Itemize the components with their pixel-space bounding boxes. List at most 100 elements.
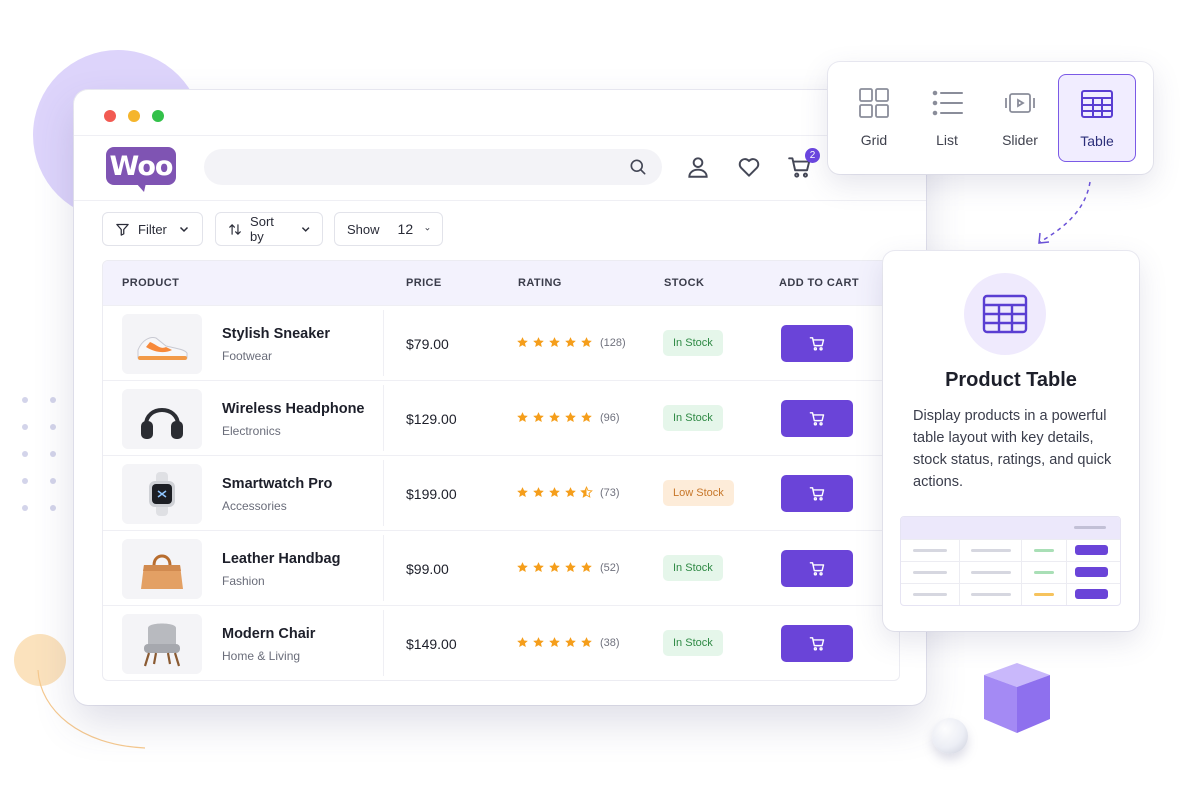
view-option-slider[interactable]: Slider <box>981 74 1059 162</box>
column-header-price[interactable]: PRICE <box>406 277 442 289</box>
add-to-cart-button[interactable] <box>781 400 853 437</box>
add-to-cart-button[interactable] <box>781 475 853 512</box>
column-header-rating[interactable]: RATING <box>518 277 562 289</box>
table-row: Wireless Headphone Electronics $129.00 (96)… <box>103 380 899 455</box>
slider-icon <box>1005 93 1035 113</box>
column-header-stock[interactable]: STOCK <box>664 277 704 289</box>
woo-logo-text: Woo <box>106 147 176 185</box>
star-icon <box>565 637 576 648</box>
chair-image[interactable] <box>122 614 202 674</box>
column-header-product[interactable]: PRODUCT <box>122 277 179 289</box>
product-table: PRODUCT PRICE RATING STOCK ADD TO CART S… <box>102 260 900 681</box>
info-card-title: Product Table <box>945 369 1077 391</box>
stock-badge: In Stock <box>663 555 723 581</box>
add-to-cart-button[interactable] <box>781 625 853 662</box>
maximize-window-button[interactable] <box>152 110 164 122</box>
headphone-image[interactable] <box>122 389 202 449</box>
heart-icon[interactable] <box>736 154 762 180</box>
filter-button[interactable]: Filter <box>102 212 203 246</box>
divider <box>74 135 926 136</box>
product-rating: (96) <box>516 411 620 424</box>
review-count: (96) <box>600 411 620 424</box>
divider <box>383 310 384 376</box>
star-icon <box>565 337 576 348</box>
filter-label: Filter <box>138 221 167 237</box>
star-icon <box>533 637 544 648</box>
star-icon <box>533 562 544 573</box>
sort-icon <box>229 223 241 235</box>
product-price: $79.00 <box>406 336 449 352</box>
star-icon <box>549 487 560 498</box>
product-rating: (52) <box>516 561 620 574</box>
search-input[interactable] <box>204 149 662 185</box>
table-row: Modern Chair Home & Living $149.00 (38) In S… <box>103 605 899 680</box>
star-icon <box>549 637 560 648</box>
cart-icon <box>809 412 824 426</box>
add-to-cart-button[interactable] <box>781 550 853 587</box>
close-window-button[interactable] <box>104 110 116 122</box>
product-category: Accessories <box>222 499 287 513</box>
window-controls <box>104 110 164 122</box>
smartwatch-image[interactable] <box>122 464 202 524</box>
star-icon <box>565 487 576 498</box>
product-rating: (128) <box>516 336 626 349</box>
product-table-info-card: Product Table Display products in a powe… <box>883 251 1139 631</box>
decorative-sphere <box>932 718 968 754</box>
star-icon <box>533 412 544 423</box>
view-option-label: Table <box>1080 133 1114 149</box>
view-option-label: List <box>936 132 958 148</box>
star-icon <box>517 637 528 648</box>
product-name[interactable]: Wireless Headphone <box>222 401 365 417</box>
show-label: Show <box>347 221 380 237</box>
divider <box>383 535 384 601</box>
product-name[interactable]: Stylish Sneaker <box>222 326 330 342</box>
product-price: $199.00 <box>406 486 457 502</box>
handbag-image[interactable] <box>122 539 202 599</box>
product-name[interactable]: Modern Chair <box>222 626 315 642</box>
product-category: Footwear <box>222 349 273 363</box>
product-category: Fashion <box>222 574 265 588</box>
grid-icon <box>859 88 889 118</box>
filter-icon <box>116 223 129 236</box>
show-count-select[interactable]: Show 12 <box>334 212 443 246</box>
review-count: (128) <box>600 336 626 349</box>
woo-logo[interactable]: Woo <box>106 147 176 193</box>
star-icon <box>517 337 528 348</box>
table-body: Stylish Sneaker Footwear $79.00 (128) In Sto… <box>103 305 899 680</box>
star-icon <box>565 412 576 423</box>
table-row: Stylish Sneaker Footwear $79.00 (128) In Sto… <box>103 305 899 380</box>
product-category: Electronics <box>222 424 281 438</box>
cart-count-badge: 2 <box>805 148 820 163</box>
cart-icon <box>809 562 824 576</box>
view-switcher: Grid List Slider Table <box>828 62 1153 174</box>
table-row: Smartwatch Pro Accessories $199.00 (73) Low … <box>103 455 899 530</box>
star-icon <box>517 487 528 498</box>
stock-badge: In Stock <box>663 405 723 431</box>
star-icon <box>533 487 544 498</box>
view-option-list[interactable]: List <box>908 74 986 162</box>
table-icon-badge <box>964 273 1046 355</box>
cart-button[interactable]: 2 <box>787 148 820 180</box>
view-option-grid[interactable]: Grid <box>835 74 913 162</box>
star-icon <box>581 562 592 573</box>
table-header: PRODUCT PRICE RATING STOCK ADD TO CART <box>103 261 899 305</box>
product-price: $129.00 <box>406 411 457 427</box>
sort-by-button[interactable]: Sort by <box>215 212 323 246</box>
product-price: $99.00 <box>406 561 449 577</box>
product-name[interactable]: Smartwatch Pro <box>222 476 332 492</box>
decorative-cube <box>984 663 1050 733</box>
list-icon <box>932 90 963 116</box>
mini-table-illustration <box>900 516 1121 606</box>
minimize-window-button[interactable] <box>128 110 140 122</box>
view-option-table[interactable]: Table <box>1058 74 1136 162</box>
divider <box>383 385 384 451</box>
user-icon[interactable] <box>685 154 711 180</box>
chevron-down-icon <box>301 227 310 232</box>
woo-logo-tail <box>136 183 146 192</box>
product-name[interactable]: Leather Handbag <box>222 551 340 567</box>
add-to-cart-button[interactable] <box>781 325 853 362</box>
stock-badge: In Stock <box>663 330 723 356</box>
table-row: Leather Handbag Fashion $99.00 (52) In Stock <box>103 530 899 605</box>
sneaker-image[interactable] <box>122 314 202 374</box>
review-count: (38) <box>600 636 620 649</box>
